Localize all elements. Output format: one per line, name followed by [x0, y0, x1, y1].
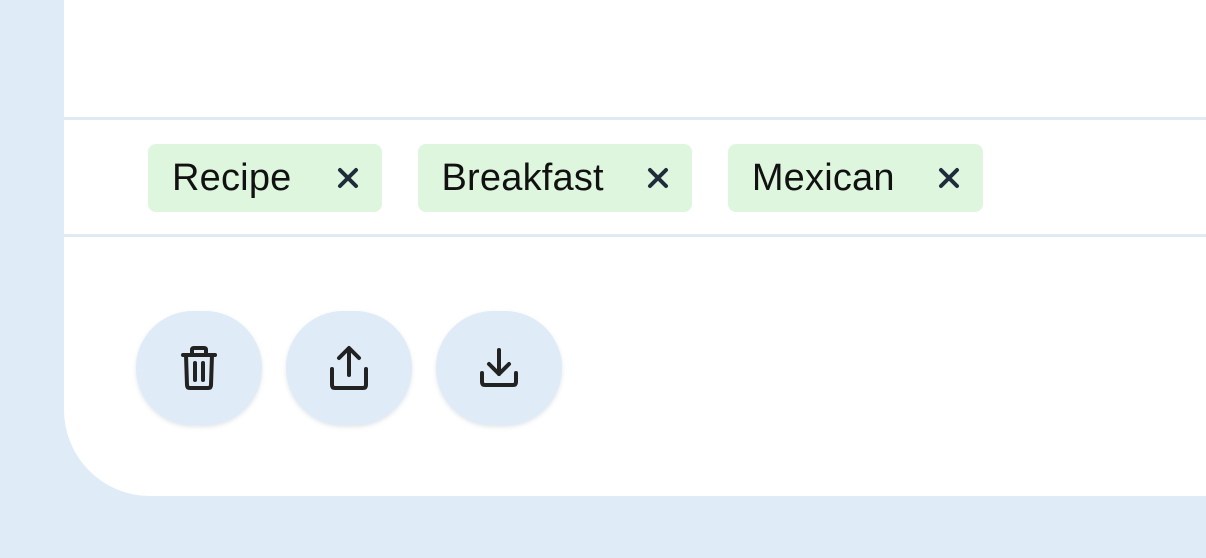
close-icon[interactable] [935, 164, 963, 192]
tag-label: Recipe [172, 157, 292, 199]
close-icon[interactable] [644, 164, 672, 192]
trash-icon [179, 345, 219, 391]
content-card: Recipe Breakfast Mexican [64, 0, 1206, 496]
tag-label: Mexican [751, 157, 895, 199]
download-button[interactable] [436, 311, 562, 425]
tag-chip-mexican[interactable]: Mexican [727, 144, 983, 212]
share-button[interactable] [286, 311, 412, 425]
action-bar [136, 311, 562, 425]
bottom-divider [64, 234, 1206, 237]
tag-chip-recipe[interactable]: Recipe [148, 144, 382, 212]
tag-chip-breakfast[interactable]: Breakfast [417, 144, 692, 212]
download-icon [478, 347, 520, 389]
tag-label: Breakfast [441, 157, 604, 199]
share-icon [328, 345, 370, 391]
close-icon[interactable] [334, 164, 362, 192]
top-divider [64, 117, 1206, 120]
tag-list: Recipe Breakfast Mexican [148, 144, 983, 212]
delete-button[interactable] [136, 311, 262, 425]
